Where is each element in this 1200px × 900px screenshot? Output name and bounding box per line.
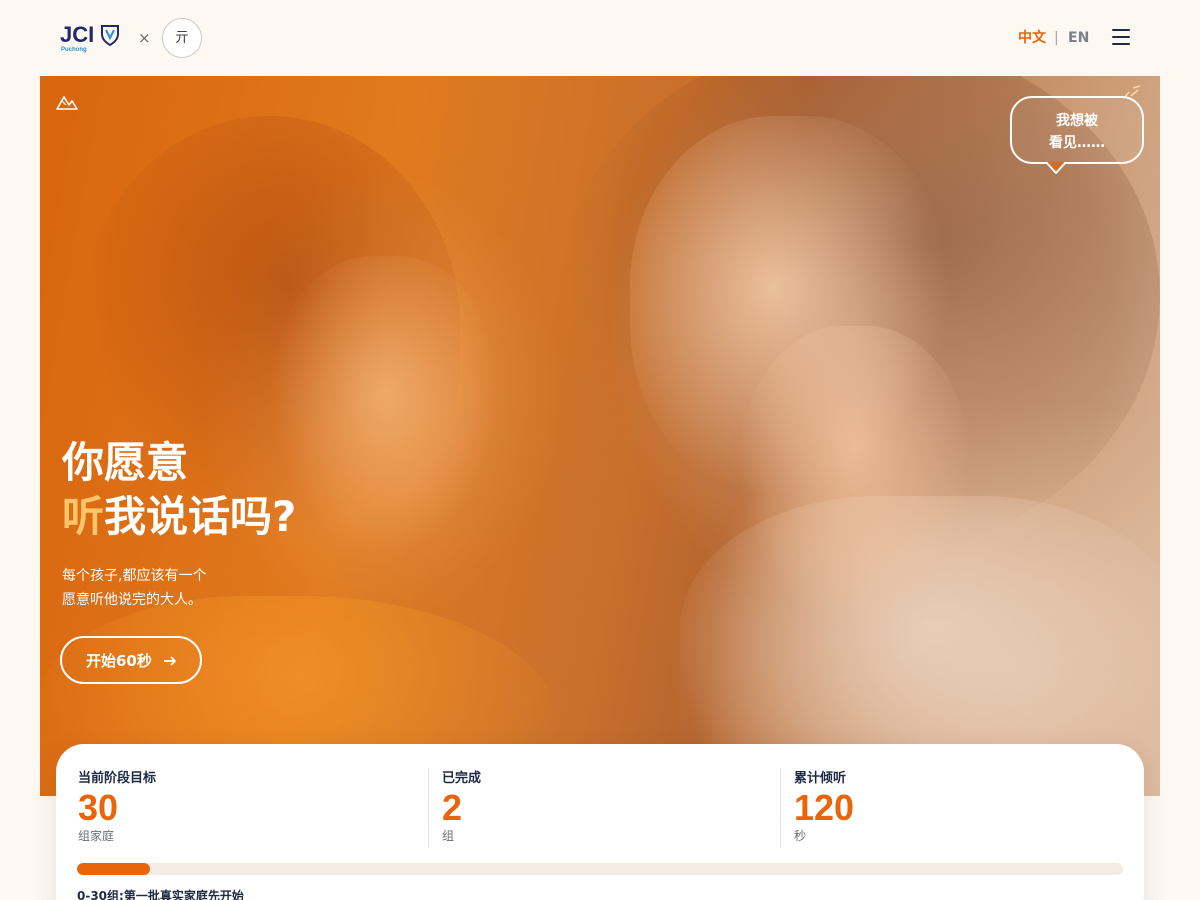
stat-listening-label: 累计倾听 — [794, 771, 847, 786]
stat-divider — [428, 768, 429, 848]
lang-zh-link[interactable]: 中文 — [1018, 29, 1046, 47]
partner-logo[interactable]: 亓 — [162, 18, 202, 58]
site-header: JCI Puchong × 亓 中文 | EN — [0, 0, 1200, 76]
stat-goal-label: 当前阶段目标 — [78, 771, 157, 786]
stat-completed-unit: 组 — [442, 829, 455, 843]
hero-banner: 我想被 看见…… 你愿意 听我说话吗? 每个孩子,都应该有一个 愿意听他说完的大… — [40, 76, 1160, 796]
progress-note: 0-30组:第一批真实家庭先开始 — [77, 889, 244, 900]
start-60s-button-label: 开始60秒 — [86, 652, 152, 670]
hero-title: 你愿意 听我说话吗? — [62, 436, 482, 544]
hamburger-icon-bar — [1112, 36, 1130, 38]
stat-divider — [780, 768, 781, 848]
hero-title-highlight: 听 — [62, 492, 105, 541]
speech-bubble-text: 我想被 看见…… — [1012, 110, 1142, 154]
arrow-right-icon — [164, 656, 176, 666]
stat-listening-value: 120 — [794, 787, 855, 828]
stat-completed-label: 已完成 — [442, 771, 482, 786]
jci-logo-text: JCI — [60, 22, 95, 47]
jci-logo-subtext: Puchong — [61, 47, 87, 53]
hamburger-icon-bar — [1112, 43, 1130, 45]
start-60s-button[interactable]: 开始60秒 — [60, 636, 202, 684]
shield-icon — [101, 25, 119, 46]
hero-subtitle-line1: 每个孩子,都应该有一个 — [62, 568, 207, 584]
menu-button[interactable] — [1110, 26, 1134, 48]
stat-goal-unit: 组家庭 — [78, 829, 115, 843]
lang-en-link[interactable]: EN — [1068, 29, 1089, 47]
stat-goal-value: 30 — [78, 787, 119, 828]
partner-logo-glyph: 亓 — [175, 30, 189, 46]
stat-completed-value: 2 — [442, 787, 463, 828]
jci-logo[interactable]: JCI Puchong — [60, 22, 124, 54]
speech-bubble-tail — [1045, 162, 1067, 174]
speech-bubble: 我想被 看见…… — [1010, 96, 1144, 164]
lang-separator: | — [1054, 30, 1059, 46]
hero-title-line2: 我说话吗? — [104, 492, 297, 541]
hero-title-line1: 你愿意 — [62, 438, 189, 487]
stats-card: 当前阶段目标 30 组家庭 已完成 2 组 累计倾听 120 秒 0-30组:第… — [56, 744, 1144, 900]
mountain-icon — [56, 96, 78, 110]
progress-bar — [77, 863, 1123, 875]
speech-bubble-line1: 我想被 — [1056, 113, 1098, 129]
progress-bar-fill — [77, 863, 151, 875]
hero-subtitle: 每个孩子,都应该有一个 愿意听他说完的大人。 — [62, 564, 362, 612]
speech-bubble-line2: 看见…… — [1049, 135, 1105, 151]
stat-listening-unit: 秒 — [794, 829, 807, 843]
hamburger-icon — [1112, 29, 1130, 31]
hero-subtitle-line2: 愿意听他说完的大人。 — [62, 592, 202, 608]
hero-photo-mother-hand — [740, 326, 970, 626]
logo-separator: × — [138, 29, 151, 47]
